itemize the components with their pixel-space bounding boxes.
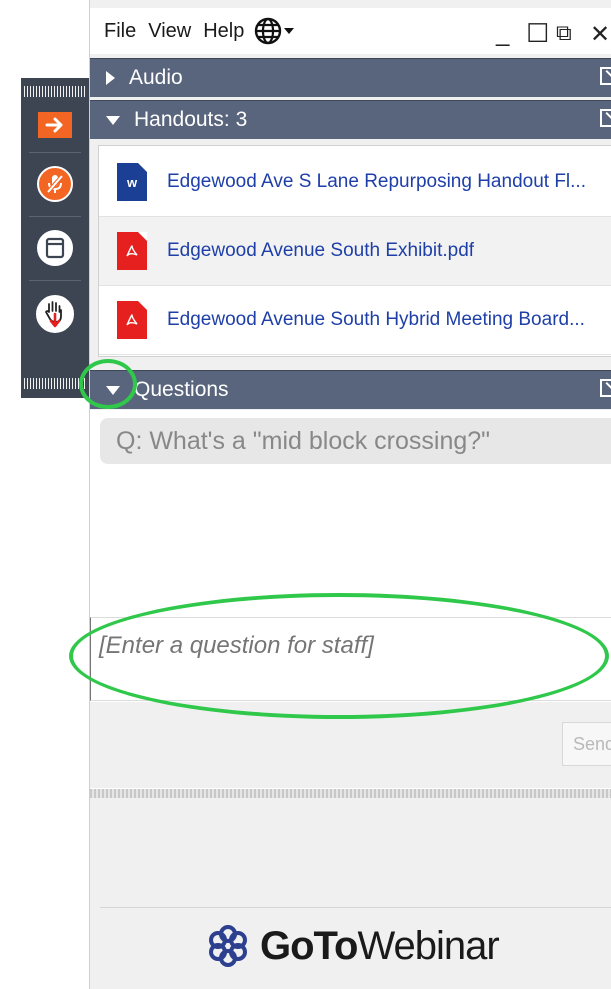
handout-link[interactable]: Edgewood Avenue South Hybrid Meeting Boa…: [167, 309, 585, 331]
caret-down-icon: [284, 28, 295, 34]
question-text: Q: What's a "mid block crossing?": [116, 426, 491, 455]
expand-arrow-icon: [106, 71, 115, 85]
brand-to: To: [313, 923, 359, 968]
questions-section-title: Questions: [134, 378, 229, 401]
handout-item[interactable]: Edgewood Avenue South Exhibit.pdf: [99, 217, 611, 286]
handouts-section-title: Handouts: 3: [134, 108, 248, 131]
control-panel-strip: [21, 78, 89, 398]
gotowebinar-wordmark: GoToWebinar: [260, 923, 500, 969]
handout-link[interactable]: Edgewood Ave S Lane Repurposing Handout …: [167, 171, 586, 193]
maximize-button[interactable]: ☐: [526, 18, 549, 49]
questions-section-header[interactable]: Questions: [90, 370, 611, 409]
word-document-icon: w: [117, 163, 147, 201]
bottom-drag-grip[interactable]: [24, 378, 86, 389]
minimize-button[interactable]: _: [496, 20, 509, 48]
handouts-section-header[interactable]: Handouts: 3: [90, 100, 611, 139]
popout-icon[interactable]: [600, 67, 611, 85]
arrow-right-icon: [38, 112, 72, 138]
brand-go: Go: [260, 923, 315, 968]
audio-section-title: Audio: [129, 66, 183, 89]
menu-file[interactable]: File: [90, 20, 142, 43]
top-drag-grip[interactable]: [24, 86, 86, 97]
webinar-control-panel: File View Help _ ☐ ⧉ ✕ Audio Handouts: 3…: [89, 0, 611, 989]
popout-icon[interactable]: [600, 379, 611, 397]
popout-icon[interactable]: [600, 109, 611, 127]
pdf-icon: [117, 301, 147, 339]
close-button[interactable]: ✕: [590, 20, 610, 49]
menu-bar: File View Help _ ☐ ⧉ ✕: [90, 8, 611, 54]
collapse-arrow-icon: [106, 115, 120, 125]
window-icon: [37, 230, 73, 266]
microphone-button[interactable]: [21, 162, 89, 206]
language-menu[interactable]: [254, 17, 295, 45]
gotowebinar-flower-icon: [209, 925, 247, 967]
footer-divider: [100, 907, 611, 908]
handout-item[interactable]: w Edgewood Ave S Lane Repurposing Handou…: [99, 148, 611, 217]
gotowebinar-logo: GoToWebinar: [206, 920, 500, 972]
panel-resize-handle[interactable]: [90, 789, 611, 798]
microphone-muted-icon: [37, 166, 73, 202]
handout-link[interactable]: Edgewood Avenue South Exhibit.pdf: [167, 240, 474, 262]
exit-button[interactable]: [21, 110, 89, 140]
highlight-circle-collapse-arrow: [79, 359, 137, 409]
raise-hand-button[interactable]: [21, 290, 89, 338]
screen-view-button[interactable]: [21, 226, 89, 270]
pdf-icon: [117, 232, 147, 270]
handout-item[interactable]: Edgewood Avenue South Hybrid Meeting Boa…: [99, 286, 611, 355]
audio-section-header[interactable]: Audio: [90, 58, 611, 97]
send-button[interactable]: Send: [562, 722, 611, 766]
menu-view[interactable]: View: [142, 20, 197, 43]
brand-product: Webinar: [357, 923, 499, 968]
globe-icon: [255, 17, 282, 45]
handouts-list: w Edgewood Ave S Lane Repurposing Handou…: [98, 145, 611, 357]
popout-button[interactable]: ⧉: [556, 20, 572, 46]
question-log-item: Q: What's a "mid block crossing?": [100, 418, 611, 464]
highlight-ellipse-question-input: [69, 593, 609, 719]
raise-hand-icon: [36, 295, 74, 333]
menu-help[interactable]: Help: [197, 20, 250, 43]
